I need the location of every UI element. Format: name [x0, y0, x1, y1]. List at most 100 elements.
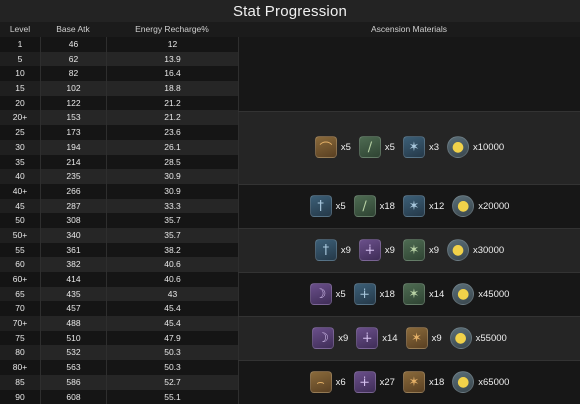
- base-atk-cell: 266: [40, 184, 106, 199]
- material-item[interactable]: ● x65000: [452, 371, 509, 393]
- material-item[interactable]: †x9: [315, 239, 351, 261]
- material-quantity: x6: [336, 377, 346, 388]
- energy-recharge-cell: 35.7: [106, 213, 238, 228]
- material-item[interactable]: ∕x5: [359, 136, 395, 158]
- coin-icon-glyph: ●: [457, 374, 469, 390]
- table-row: 108216.4: [0, 66, 238, 81]
- horn-icon: ⌢: [310, 371, 332, 393]
- material-item[interactable]: ✶x9: [403, 239, 439, 261]
- material-quantity: x14: [382, 333, 397, 344]
- table-row: 70+48845.4: [0, 316, 238, 331]
- base-atk-cell: 457: [40, 301, 106, 316]
- material-item[interactable]: ∕x18: [354, 195, 395, 217]
- staff-icon-glyph: †: [323, 243, 330, 258]
- level-cell: 75: [0, 331, 40, 346]
- header-energy-recharge: Energy Recharge%: [106, 22, 238, 36]
- level-cell: 20: [0, 96, 40, 111]
- material-item[interactable]: ∔ x14: [356, 327, 397, 349]
- energy-recharge-cell: 23.6: [106, 125, 238, 140]
- material-quantity: x9: [338, 333, 348, 344]
- material-item[interactable]: ●x20000: [452, 195, 509, 217]
- header-ascension-materials: Ascension Materials: [238, 22, 580, 36]
- material-item[interactable]: ∔x27: [354, 371, 395, 393]
- materials-row: ☽x5 ∔x18 ✶x14 ●x45000: [239, 279, 580, 309]
- material-item[interactable]: ●x55000: [450, 327, 507, 349]
- dagger-icon: ∔: [354, 283, 376, 305]
- base-atk-cell: 532: [40, 345, 106, 360]
- material-item[interactable]: ✶x3: [403, 136, 439, 158]
- material-item[interactable]: ✶x14: [403, 283, 444, 305]
- claw-icon-glyph: ✶: [408, 243, 419, 258]
- base-atk-cell: 287: [40, 199, 106, 214]
- material-item[interactable]: ● x10000: [447, 136, 504, 158]
- energy-recharge-cell: 13.9: [106, 52, 238, 67]
- material-item[interactable]: †x5: [310, 195, 346, 217]
- ascension-phase-panel: ☽x5 ∔x18 ✶x14 ●x45000: [238, 272, 580, 316]
- energy-recharge-cell: 33.3: [106, 199, 238, 214]
- staff-icon: †: [310, 195, 332, 217]
- energy-recharge-cell: 30.9: [106, 169, 238, 184]
- material-quantity: x10000: [473, 142, 504, 153]
- table-row: 3521428.5: [0, 155, 238, 170]
- material-quantity: x9: [385, 245, 395, 256]
- material-quantity: x30000: [473, 245, 504, 256]
- table-row: 7551047.9: [0, 331, 238, 346]
- blade-icon: ∕: [359, 136, 381, 158]
- material-item[interactable]: ●x30000: [447, 239, 504, 261]
- ascension-phase-panel: ⌢ x6 ∔x27 ✶x18 ● x65000: [238, 360, 580, 404]
- level-cell: 35: [0, 155, 40, 170]
- table-row: 2012221.2: [0, 96, 238, 111]
- table-row: 8053250.3: [0, 345, 238, 360]
- material-quantity: x14: [429, 289, 444, 300]
- table-row: 2517323.6: [0, 125, 238, 140]
- material-quantity: x65000: [478, 377, 509, 388]
- base-atk-cell: 62: [40, 52, 106, 67]
- energy-recharge-cell: 16.4: [106, 66, 238, 81]
- base-atk-cell: 122: [40, 96, 106, 111]
- level-cell: 70+: [0, 316, 40, 331]
- table-row: 4023530.9: [0, 169, 238, 184]
- ascension-phase-panel: ☽x9∔x14✶x9●x55000: [238, 316, 580, 360]
- table-row: 40+26630.9: [0, 184, 238, 199]
- coin-icon-glyph: ●: [455, 330, 467, 346]
- energy-recharge-cell: 50.3: [106, 360, 238, 375]
- table-row: 1510218.8: [0, 81, 238, 96]
- header-base-atk: Base Atk: [40, 22, 106, 36]
- level-cell: 40: [0, 169, 40, 184]
- base-atk-cell: 608: [40, 390, 106, 404]
- table-row: 8558652.7: [0, 375, 238, 390]
- material-quantity: x5: [336, 289, 346, 300]
- material-quantity: x5: [341, 142, 351, 153]
- stat-rows: 1461256213.9108216.41510218.82012221.220…: [0, 37, 238, 404]
- blade-icon-glyph: ∕: [362, 199, 366, 214]
- level-cell: 90: [0, 390, 40, 404]
- material-item[interactable]: ☽x5: [310, 283, 346, 305]
- material-item[interactable]: ⌒x5: [315, 136, 351, 158]
- material-item[interactable]: ✶x12: [403, 195, 444, 217]
- material-item[interactable]: ●x45000: [452, 283, 509, 305]
- table-row: 6038240.6: [0, 257, 238, 272]
- table-row: 9060855.1: [0, 390, 238, 404]
- material-quantity: x12: [429, 201, 444, 212]
- material-item[interactable]: ✶x9: [406, 327, 442, 349]
- table-row: 3019426.1: [0, 140, 238, 155]
- materials-row: †x9∔x9✶x9●x30000: [239, 235, 580, 265]
- material-item[interactable]: ✶x18: [403, 371, 444, 393]
- base-atk-cell: 361: [40, 243, 106, 258]
- base-atk-cell: 563: [40, 360, 106, 375]
- level-cell: 5: [0, 52, 40, 67]
- divider: [238, 272, 580, 273]
- material-item[interactable]: ⌢ x6: [310, 371, 346, 393]
- material-item[interactable]: ∔x9: [359, 239, 395, 261]
- claw-icon-glyph: ✶: [411, 331, 422, 346]
- material-item[interactable]: ∔x18: [354, 283, 395, 305]
- level-cell: 15: [0, 81, 40, 96]
- energy-recharge-cell: 45.4: [106, 301, 238, 316]
- coin-icon: ●: [447, 136, 469, 158]
- level-cell: 1: [0, 37, 40, 52]
- material-item[interactable]: ☽x9: [312, 327, 348, 349]
- energy-recharge-cell: 40.6: [106, 257, 238, 272]
- divider: [238, 360, 580, 361]
- claw-icon: ✶: [403, 371, 425, 393]
- dagger-icon-glyph: ∔: [362, 331, 373, 346]
